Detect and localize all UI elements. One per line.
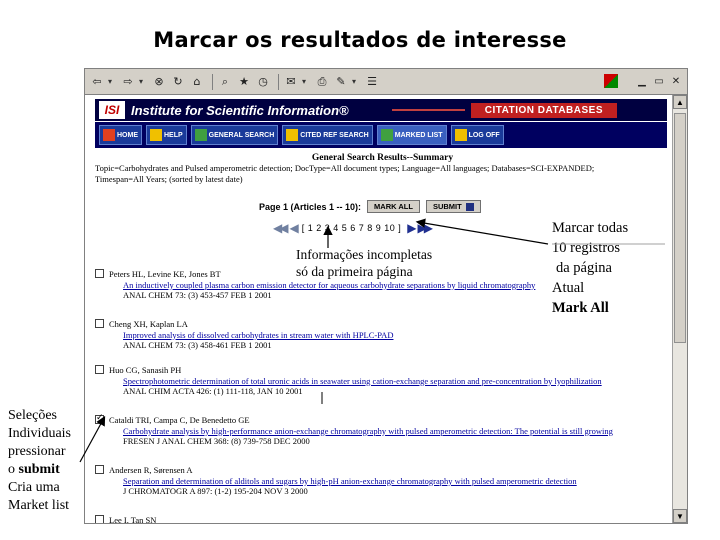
log-off-button[interactable]: LOG OFF (450, 125, 504, 145)
window-controls: ▁ ▭ ✕ (601, 74, 683, 88)
help-button[interactable]: HELP (146, 125, 187, 145)
mail-icon[interactable]: ✉ (283, 74, 299, 90)
cited-ref-search-button[interactable]: CITED REF SEARCH (282, 125, 373, 145)
log-off-icon (454, 129, 467, 141)
record-title-link[interactable]: Improved analysis of dissolved carbohydr… (123, 330, 668, 341)
back-icon[interactable]: ⇦ (89, 74, 105, 90)
record-source: ANAL CHIM ACTA 426: (1) 111-118, JAN 10 … (123, 386, 303, 396)
page-numbers[interactable]: [ 1 2 3 4 5 6 7 8 9 10 ] (302, 223, 402, 233)
edit-icon[interactable]: ✎ (333, 74, 349, 90)
list-item: Cataldi TRI, Campa C, De Benedetto GE Ca… (95, 413, 668, 447)
page-controls: Page 1 (Articles 1 -- 10): MARK ALL SUBM… (259, 200, 481, 214)
cited-ref-icon (286, 129, 299, 141)
list-item: Lee I, Tan SN (95, 515, 157, 524)
annotation-individual-selection: Seleções Individuais pressionar o submit… (8, 407, 84, 515)
edit-dropdown-icon[interactable]: ▾ (352, 77, 360, 86)
history-icon[interactable]: ◷ (255, 74, 271, 90)
home-button[interactable]: HOME (99, 125, 142, 145)
list-item: Huo CG, Sanasih PH Spectrophotometric de… (95, 365, 668, 397)
scroll-down-icon[interactable]: ▼ (673, 509, 687, 523)
page-label: Page 1 (Articles 1 -- 10): (259, 201, 362, 212)
record-authors: Cheng XH, Kaplan LA (109, 319, 188, 329)
marked-list-button[interactable]: MARKED LIST (376, 125, 447, 145)
discuss-icon[interactable]: ☰ (364, 74, 380, 90)
results-title: General Search Results--Summary (311, 153, 454, 163)
close-icon[interactable]: ✕ (669, 74, 683, 88)
back-dropdown-icon[interactable]: ▾ (108, 77, 116, 86)
record-checkbox[interactable] (95, 515, 104, 523)
record-source: ANAL CHEM 73: (3) 458-461 FEB 1 2001 (123, 340, 272, 350)
windows-logo-icon (604, 74, 618, 88)
record-source: J CHROMATOGR A 897: (1-2) 195-204 NOV 3 … (123, 486, 308, 496)
minimize-icon[interactable]: ▁ (635, 74, 649, 88)
record-checkbox[interactable] (95, 319, 104, 328)
record-authors: Huo CG, Sanasih PH (109, 365, 182, 375)
record-title-link[interactable]: Separation and determination of alditols… (123, 476, 668, 487)
list-item: Andersen R, Sørensen A Separation and de… (95, 465, 668, 497)
prev-page-icon[interactable]: ◀ (289, 221, 298, 235)
record-authors: Lee I, Tan SN (109, 515, 157, 524)
mail-dropdown-icon[interactable]: ▾ (302, 77, 310, 86)
submit-icon (465, 203, 474, 212)
query-line-2: Timespan=All Years; (sorted by latest da… (95, 174, 243, 184)
favorites-icon[interactable]: ★ (236, 74, 252, 90)
annotation-o: o (8, 462, 19, 477)
next-page-icon[interactable]: ▶ (407, 221, 416, 235)
isi-name: Institute for Scientific Information® (131, 102, 349, 118)
record-checkbox[interactable] (95, 413, 104, 424)
annotation-submit: submit (18, 462, 60, 477)
annotation-incomplete-info: Informações incompletas só da primeira p… (296, 247, 433, 279)
first-page-icon[interactable]: ◀◀ (273, 221, 289, 235)
record-title-link[interactable]: Carbohydrate analysis by high-performanc… (123, 426, 668, 437)
scroll-up-icon[interactable]: ▲ (673, 95, 687, 109)
isi-logo[interactable]: ISI (99, 101, 125, 119)
record-checkbox[interactable] (95, 269, 104, 278)
annotation-mark-all: Marcar todas 10 registros da página Atua… (552, 218, 664, 318)
record-source: FRESEN J ANAL CHEM 368: (8) 739-758 DEC … (123, 436, 310, 446)
marked-list-icon (380, 129, 393, 141)
isi-header: ISI Institute for Scientific Information… (95, 99, 667, 121)
record-authors: Andersen R, Sørensen A (109, 465, 193, 475)
record-checkbox[interactable] (95, 365, 104, 374)
home-icon (103, 129, 115, 141)
last-page-icon[interactable]: ▶▶ (418, 221, 434, 235)
restore-icon[interactable]: ▭ (652, 74, 666, 88)
isi-navbar: HOME HELP GENERAL SEARCH CITED REF SEARC… (95, 122, 667, 148)
scroll-thumb[interactable] (674, 113, 686, 343)
citation-databases-label: CITATION DATABASES (470, 102, 617, 118)
mark-all-button[interactable]: MARK ALL (367, 200, 420, 213)
submit-button[interactable]: SUBMIT (425, 200, 481, 214)
slide-title: Marcar os resultados de interesse (153, 28, 567, 52)
search-icon[interactable]: ⌕ (217, 74, 233, 90)
refresh-icon[interactable]: ↻ (170, 74, 186, 90)
print-icon[interactable]: ⎙ (314, 74, 330, 90)
list-item: Cheng XH, Kaplan LA Improved analysis of… (95, 319, 668, 351)
query-line-1: Topic=Carbohydrates and Pulsed amperomet… (95, 163, 595, 173)
stop-icon[interactable]: ⊗ (151, 74, 167, 90)
forward-icon[interactable]: ⇨ (120, 74, 136, 90)
home-icon[interactable]: ⌂ (189, 74, 205, 90)
browser-toolbar: ⇦ ▾ ⇨ ▾ ⊗ ↻ ⌂ ⌕ ★ ◷ ✉ ▾ ⎙ ✎ ▾ ☰ ▁ ▭ ✕ (85, 69, 687, 95)
pager: ◀◀ ◀ [ 1 2 3 4 5 6 7 8 9 10 ] ▶ ▶▶ (271, 221, 434, 235)
search-icon (194, 129, 207, 141)
results-summary: General Search Results--Summary Topic=Ca… (95, 153, 670, 185)
forward-dropdown-icon[interactable]: ▾ (139, 77, 147, 86)
vertical-scrollbar[interactable]: ▲ ▼ (672, 95, 687, 523)
record-title-link[interactable]: Spectrophotometric determination of tota… (123, 376, 668, 387)
record-checkbox[interactable] (95, 465, 104, 474)
record-authors: Cataldi TRI, Campa C, De Benedetto GE (109, 415, 250, 425)
general-search-button[interactable]: GENERAL SEARCH (190, 125, 279, 145)
help-icon (150, 129, 162, 141)
